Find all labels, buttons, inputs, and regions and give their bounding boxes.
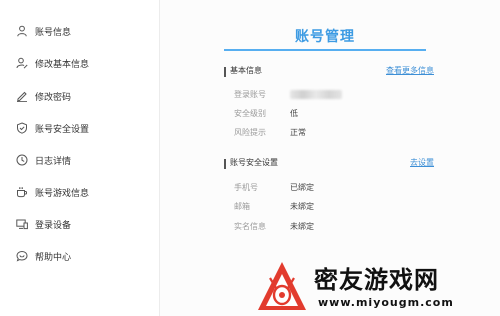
login-account-value-blurred	[290, 90, 342, 99]
sidebar-item-label: 帮助中心	[35, 252, 72, 263]
help-chat-icon	[16, 250, 28, 262]
sidebar-item-edit-basic-info[interactable]: 修改基本信息	[0, 52, 160, 74]
watermark-site-name: 密友游戏网	[314, 266, 439, 294]
sidebar-item-change-password[interactable]: 修改密码	[0, 85, 160, 107]
row-value: 未绑定	[290, 202, 314, 211]
section-marker	[224, 67, 226, 77]
sidebar-item-label: 账号安全设置	[35, 124, 90, 135]
pencil-icon	[17, 91, 27, 102]
security-row-email: 邮箱 未绑定	[160, 201, 500, 213]
sidebar-item-account-info[interactable]: 账号信息	[0, 20, 160, 42]
sidebar-item-log-details[interactable]: 日志详情	[0, 149, 160, 171]
info-row-security-level: 安全级别 低	[160, 108, 500, 120]
row-value: 正常	[290, 128, 306, 137]
info-row-login-account: 登录账号	[160, 89, 500, 101]
row-label: 风险提示	[234, 128, 266, 137]
section-marker	[224, 159, 226, 169]
sidebar-item-account-security[interactable]: 账号安全设置	[0, 117, 160, 139]
page-title: 账号管理	[295, 29, 355, 45]
sidebar-item-label: 修改密码	[35, 92, 72, 103]
security-settings-header: 账号安全设置 去设置	[224, 157, 434, 171]
row-value: 未绑定	[290, 222, 314, 231]
section-title: 基本信息	[230, 66, 262, 75]
view-more-info-link[interactable]: 查看更多信息	[386, 65, 434, 76]
row-label: 邮箱	[234, 202, 250, 211]
sidebar-item-label: 账号信息	[35, 27, 72, 38]
row-label: 手机号	[234, 183, 258, 192]
device-icon	[16, 219, 28, 230]
coffee-cup-icon	[17, 187, 28, 198]
clock-icon	[16, 154, 28, 166]
sidebar-item-label: 登录设备	[35, 220, 72, 231]
sidebar-item-label: 日志详情	[35, 156, 72, 167]
title-underline	[224, 49, 426, 51]
security-row-phone: 手机号 已绑定	[160, 182, 500, 194]
site-watermark: 密友游戏网 www.miyougm.com	[250, 256, 500, 316]
go-settings-link[interactable]: 去设置	[410, 157, 434, 168]
user-edit-icon	[16, 57, 28, 69]
row-label: 安全级别	[234, 109, 266, 118]
info-row-risk-alert: 风险提示 正常	[160, 127, 500, 139]
row-value: 已绑定	[290, 183, 314, 192]
security-row-real-name: 实名信息 未绑定	[160, 221, 500, 233]
section-title: 账号安全设置	[230, 158, 278, 167]
sidebar: 账号信息 修改基本信息 修改密码 账号安全设置 日志详情 账号游戏信息 登录设备…	[0, 0, 160, 316]
row-label: 登录账号	[234, 90, 266, 99]
row-value: 低	[290, 109, 298, 118]
shield-icon	[17, 122, 27, 134]
watermark-logo-icon	[258, 262, 306, 310]
user-icon	[17, 25, 27, 37]
sidebar-item-label: 账号游戏信息	[35, 188, 90, 199]
sidebar-item-account-game-info[interactable]: 账号游戏信息	[0, 181, 160, 203]
sidebar-item-login-devices[interactable]: 登录设备	[0, 213, 160, 235]
sidebar-item-help-center[interactable]: 帮助中心	[0, 245, 160, 267]
watermark-url: www.miyougm.com	[318, 296, 454, 309]
basic-info-header: 基本信息 查看更多信息	[224, 65, 434, 79]
row-label: 实名信息	[234, 222, 266, 231]
sidebar-item-label: 修改基本信息	[35, 59, 90, 70]
